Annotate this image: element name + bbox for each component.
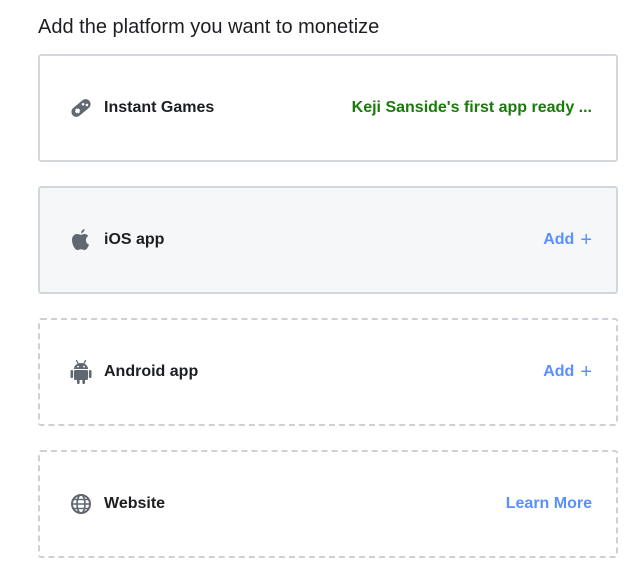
add-label: Add <box>543 231 575 248</box>
globe-icon <box>68 491 94 517</box>
platform-card-android-app[interactable]: Android app Add + <box>38 318 618 426</box>
learn-more-link[interactable]: Learn More <box>506 495 592 513</box>
add-android-app-button[interactable]: Add + <box>543 362 592 382</box>
apple-icon <box>68 227 94 253</box>
app-status-text[interactable]: Keji Sanside's first app ready ... <box>352 99 592 117</box>
platform-label: Android app <box>104 363 199 380</box>
android-icon <box>68 359 94 385</box>
platform-label: iOS app <box>104 231 165 248</box>
add-label: Add <box>543 363 575 380</box>
platform-label: Instant Games <box>104 99 215 116</box>
platform-card-ios-app[interactable]: iOS app Add + <box>38 186 618 294</box>
plus-icon: + <box>580 229 592 251</box>
page-heading: Add the platform you want to monetize <box>38 16 380 38</box>
plus-icon: + <box>580 361 592 383</box>
platform-card-website[interactable]: Website Learn More <box>38 450 618 558</box>
platform-card-instant-games[interactable]: Instant Games Keji Sanside's first app r… <box>38 54 618 162</box>
add-ios-app-button[interactable]: Add + <box>543 230 592 250</box>
platform-label: Website <box>104 495 166 512</box>
gamepad-icon <box>68 95 94 121</box>
monetize-platforms-page: Add the platform you want to monetize In… <box>0 0 643 577</box>
